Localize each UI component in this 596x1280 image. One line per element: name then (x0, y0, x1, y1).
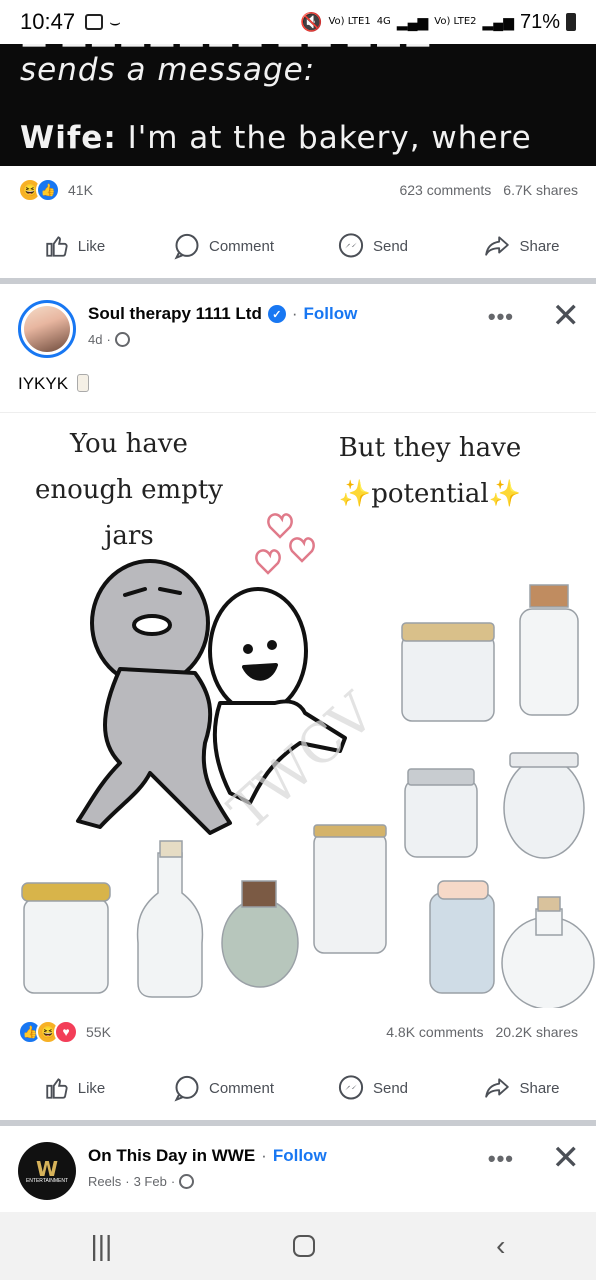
clock: 10:47 (20, 9, 76, 34)
send-label: Send (372, 1079, 409, 1097)
wwe-avatar[interactable]: W ENTERTAINMENT (18, 1142, 76, 1200)
send-button[interactable]: Send (298, 1074, 447, 1102)
comment-icon (174, 1075, 199, 1102)
like-label: Like (77, 237, 106, 255)
post-actions: Like Comment Send Share (0, 1056, 596, 1120)
signal-icon: ▂▄▆ (396, 13, 429, 30)
battery-icon (566, 13, 576, 31)
page-name[interactable]: Soul therapy 1111 Ltd (88, 304, 262, 324)
hearts-icon (255, 513, 315, 575)
separator-dot: · (106, 332, 111, 347)
separator-dot: · (291, 304, 298, 323)
close-icon[interactable]: ✕ (552, 296, 581, 336)
caption-text: IYKYK (18, 374, 69, 393)
messenger-icon (338, 233, 364, 258)
previous-post-image[interactable]: ▬ ▬▬▬▬▬▬▬ ▬▬ ▬▬▬ sends a message: Wife: … (0, 44, 596, 166)
more-options-icon[interactable]: ••• (488, 1146, 514, 1172)
post-time[interactable]: 3 Feb (134, 1174, 167, 1189)
close-icon[interactable]: ✕ (552, 1138, 581, 1178)
like-reaction-icon: 👍 (36, 178, 60, 202)
grey-character (76, 559, 232, 835)
verified-badge-icon: ✓ (267, 305, 286, 323)
next-post-header: W ENTERTAINMENT On This Day in WWE · Fol… (0, 1138, 596, 1204)
more-options-icon[interactable]: ••• (488, 304, 514, 330)
post-time[interactable]: 4d (88, 332, 102, 347)
post-type[interactable]: Reels (88, 1174, 121, 1189)
meme-illustration: TWCV (21, 513, 595, 1008)
post-image[interactable]: You have enough empty jars But they have… (0, 412, 596, 1008)
wwe-logo-icon: W (35, 1156, 59, 1181)
post-stats: 👍 😆 ♥ 55K 4.8K comments 20.2K shares (0, 1008, 596, 1056)
page-name-row: On This Day in WWE · Follow (88, 1146, 327, 1166)
sim2-label: Vo) LTE2 (434, 16, 477, 27)
recent-apps-icon[interactable]: ||| (90, 1230, 112, 1262)
comment-label: Comment (208, 237, 275, 255)
follow-button[interactable]: Follow (273, 1146, 327, 1166)
home-icon[interactable] (293, 1235, 316, 1257)
post-divider (0, 278, 596, 284)
page-avatar[interactable] (18, 300, 76, 358)
share-label: Share (519, 237, 560, 255)
system-navigation-bar: ||| ‹ (0, 1212, 596, 1280)
send-button[interactable]: Send (298, 232, 447, 260)
share-label: Share (519, 1079, 560, 1097)
comment-label: Comment (208, 1079, 275, 1097)
reactions-summary[interactable]: 😆 👍 41K (18, 178, 93, 202)
separator-dot: · (125, 1174, 130, 1189)
like-button[interactable]: Like (0, 1075, 149, 1101)
reaction-count: 55K (86, 1024, 111, 1040)
send-label: Send (372, 237, 409, 255)
reaction-count: 41K (68, 182, 93, 198)
jar-emoji-icon (76, 374, 89, 392)
page-name-row: Soul therapy 1111 Ltd ✓ · Follow (88, 304, 357, 324)
separator-dot: · (261, 1146, 267, 1165)
love-reaction-icon: ♥ (54, 1020, 78, 1044)
comment-icon (174, 233, 199, 260)
image-text-line-1: sends a message: (20, 52, 316, 88)
image-text-line-2: Wife: I'm at the bakery, where (20, 120, 532, 156)
post-meta: Reels · 3 Feb · (88, 1174, 195, 1189)
missed-call-icon: ⌣ (109, 11, 121, 32)
sim1-label: Vo) LTE1 (328, 16, 371, 27)
comment-button[interactable]: Comment (149, 232, 298, 260)
messenger-icon (338, 1075, 364, 1100)
share-arrow-icon (485, 1078, 510, 1098)
shares-count[interactable]: 6.7K shares (503, 182, 578, 198)
thumbs-up-icon (46, 236, 68, 257)
shares-count[interactable]: 20.2K shares (496, 1024, 579, 1040)
post-header: Soul therapy 1111 Ltd ✓ · Follow 4d · ••… (0, 296, 596, 362)
previous-post-actions: Like Comment Send Share (0, 214, 596, 278)
page-name[interactable]: On This Day in WWE (88, 1146, 255, 1166)
gallery-notification-icon (85, 14, 104, 30)
comments-count[interactable]: 4.8K comments (386, 1024, 483, 1040)
comments-count[interactable]: 623 comments (399, 182, 491, 198)
network-type: 4G (376, 16, 391, 27)
share-arrow-icon (485, 236, 510, 256)
avatar-text: ENTERTAINMENT (25, 1177, 69, 1184)
previous-post-stats: 😆 👍 41K 623 comments 6.7K shares (0, 166, 596, 214)
share-button[interactable]: Share (447, 233, 596, 259)
mute-icon: 🔇 (300, 11, 323, 32)
battery-level: 71% (519, 10, 560, 33)
post-meta: 4d · (88, 332, 130, 347)
back-icon[interactable]: ‹ (496, 1230, 505, 1262)
like-button[interactable]: Like (0, 233, 149, 259)
signal-2-icon: ▂▄▆ (482, 13, 514, 30)
like-label: Like (77, 1079, 106, 1097)
separator-dot: · (170, 1174, 176, 1189)
public-globe-icon (179, 1174, 195, 1189)
status-bar: 10:47 ⌣ 🔇 Vo) LTE1 4G ▂▄▆ Vo) LTE2 ▂▄▆ 7… (0, 0, 596, 44)
reactions-summary[interactable]: 👍 😆 ♥ 55K (18, 1020, 111, 1044)
comment-button[interactable]: Comment (149, 1074, 298, 1102)
post-divider (0, 1120, 596, 1126)
public-globe-icon (114, 332, 130, 347)
post-caption: IYKYK (18, 374, 89, 394)
follow-button[interactable]: Follow (304, 304, 358, 324)
share-button[interactable]: Share (447, 1075, 596, 1101)
thumbs-up-icon (46, 1078, 68, 1099)
